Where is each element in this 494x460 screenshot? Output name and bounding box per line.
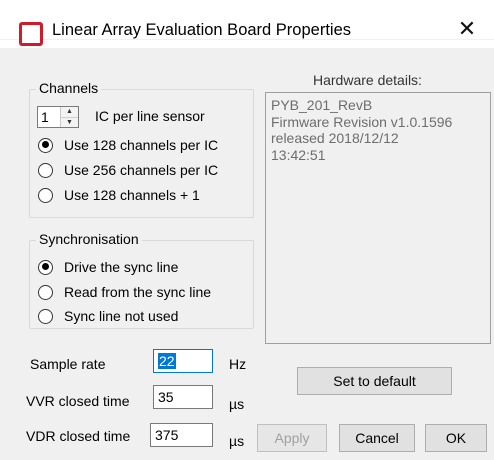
spin-down-icon[interactable]: ▼ <box>61 118 78 128</box>
radio-label: Sync line not used <box>64 308 179 324</box>
apply-button[interactable]: Apply <box>257 424 327 452</box>
vvr-closed-time-input[interactable]: 35 <box>153 385 213 409</box>
hardware-details-box: PYB_201_RevB Firmware Revision v1.0.1596… <box>265 92 491 344</box>
radio-unchecked-icon[interactable] <box>38 284 53 300</box>
vdr-closed-time-label: VDR closed time <box>26 428 131 444</box>
hardware-line: released 2018/12/12 <box>271 130 399 146</box>
channels-group-title: Channels <box>36 80 102 96</box>
radio-unchecked-icon[interactable] <box>38 162 53 178</box>
app-logo-icon <box>19 22 43 46</box>
cancel-button[interactable]: Cancel <box>339 424 415 452</box>
ic-count-label: IC per line sensor <box>95 108 205 124</box>
set-to-default-button[interactable]: Set to default <box>297 367 452 395</box>
radio-unchecked-icon[interactable] <box>38 308 53 324</box>
ic-count-spinner[interactable]: 1 ▲ ▼ <box>37 106 79 128</box>
ic-count-value[interactable]: 1 <box>38 107 60 127</box>
hardware-line: PYB_201_RevB <box>271 97 373 113</box>
close-button[interactable]: ✕ <box>450 15 484 45</box>
radio-read-sync[interactable]: Read from the sync line <box>38 284 211 300</box>
radio-label: Use 128 channels + 1 <box>64 187 200 203</box>
radio-128-per-ic[interactable]: Use 128 channels per IC <box>38 137 218 153</box>
radio-sync-not-used[interactable]: Sync line not used <box>38 308 178 324</box>
vvr-unit: µs <box>229 396 245 412</box>
hardware-line: Firmware Revision v1.0.1596 <box>271 113 453 130</box>
sample-rate-input[interactable]: 22 <box>153 349 213 373</box>
vvr-closed-time-label: VVR closed time <box>26 393 130 409</box>
radio-drive-sync[interactable]: Drive the sync line <box>38 259 178 275</box>
radio-256-per-ic[interactable]: Use 256 channels per IC <box>38 162 218 178</box>
ok-button[interactable]: OK <box>425 424 487 452</box>
vdr-closed-time-input[interactable]: 375 <box>150 423 213 447</box>
sync-group-title: Synchronisation <box>36 231 142 247</box>
sample-rate-label: Sample rate <box>30 356 106 372</box>
radio-128-plus-1[interactable]: Use 128 channels + 1 <box>38 187 200 203</box>
radio-label: Use 128 channels per IC <box>64 137 219 153</box>
radio-label: Drive the sync line <box>64 259 179 275</box>
radio-checked-icon[interactable] <box>38 259 53 275</box>
radio-checked-icon[interactable] <box>38 137 53 153</box>
hardware-line: 13:42:51 <box>271 146 326 163</box>
window-title: Linear Array Evaluation Board Properties <box>52 21 351 39</box>
sample-rate-value[interactable]: 22 <box>158 353 176 369</box>
radio-label: Read from the sync line <box>64 284 212 300</box>
title-bar: Linear Array Evaluation Board Properties… <box>0 0 494 46</box>
radio-unchecked-icon[interactable] <box>38 187 53 203</box>
spin-up-icon[interactable]: ▲ <box>61 107 78 118</box>
radio-label: Use 256 channels per IC <box>64 162 219 178</box>
hardware-details-label: Hardware details: <box>313 72 422 88</box>
sample-rate-unit: Hz <box>229 356 247 372</box>
vdr-unit: µs <box>229 433 245 449</box>
